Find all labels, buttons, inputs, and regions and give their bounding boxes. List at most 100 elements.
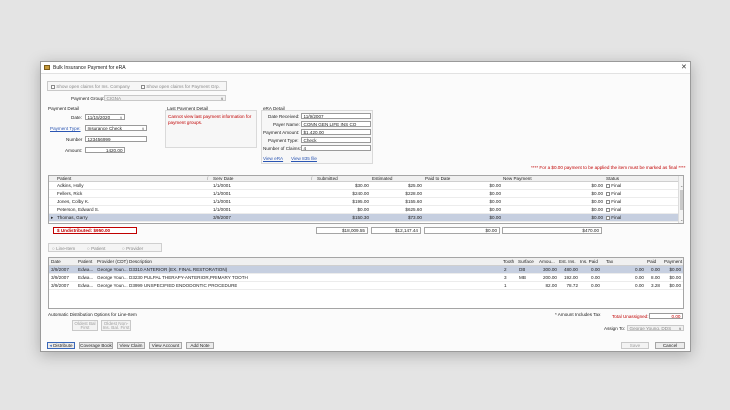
claim-new-payment[interactable]: $0.00	[503, 190, 604, 198]
payment-group-select[interactable]: CIGNA	[104, 95, 226, 101]
claim-status[interactable]: Final	[606, 182, 621, 190]
oldest-bal-first-button[interactable]: Oldest Bal First	[72, 320, 98, 331]
table-row[interactable]: Peterson, Edward S. 1/1/0001 $0.00 $625.…	[49, 206, 679, 214]
claim-serv-date: 1/1/0001	[213, 199, 231, 204]
claims-scrollbar[interactable]: ⌃ ⌄	[678, 176, 683, 223]
view-account-button[interactable]: View Account	[149, 342, 182, 349]
final-checkbox[interactable]	[606, 215, 610, 220]
col-provider[interactable]: Provider (CDT)	[97, 258, 128, 266]
table-row[interactable]: Jones, Colby K. 1/1/0001 $195.00 $155.60…	[49, 198, 679, 206]
col-amount[interactable]: Amou...	[539, 258, 555, 266]
final-checkbox[interactable]	[606, 199, 610, 204]
show-open-claims-group-option[interactable]: Show open claims for Payment Grp.	[141, 84, 220, 89]
number-field[interactable]: 123456999	[85, 136, 147, 142]
line-ins-paid: 0.00	[591, 283, 600, 288]
claim-new-payment[interactable]: $0.00	[503, 198, 604, 206]
col-line-patient[interactable]: Patient	[78, 258, 92, 266]
filter-patient-option[interactable]: ○ Patient	[87, 246, 105, 251]
scroll-thumb[interactable]	[680, 190, 683, 210]
line-payment[interactable]: $0.00	[661, 266, 682, 274]
claim-paid-to-date: $0.00	[489, 199, 502, 204]
col-payment[interactable]: Payment	[664, 258, 682, 266]
close-icon[interactable]: ✕	[681, 63, 687, 71]
number-value: 123456999	[87, 137, 111, 142]
line-description: D3230 PULPAL THERAPY-ANTERIOR,PRIMARY TO…	[129, 275, 248, 280]
line-amount: 82.00	[545, 283, 558, 288]
claim-new-payment[interactable]: $0.00	[503, 206, 604, 214]
line-surface: DB	[519, 267, 526, 272]
claim-patient: Peterson, Edward S.	[57, 207, 100, 212]
final-checkbox[interactable]	[606, 207, 610, 212]
line-tax: 0.00	[635, 267, 644, 272]
payer-name-label: Payer Name:	[273, 122, 300, 127]
payer-name-value: CONN GEN LIFE INS CO	[303, 122, 357, 127]
scroll-down-icon[interactable]: ⌄	[680, 217, 683, 222]
claims-grid: Patient / Serv Date / Submitted Estimate…	[48, 175, 684, 224]
line-patient: Edwa...	[78, 267, 94, 272]
save-button[interactable]: Save	[621, 342, 649, 349]
show-open-claims-company-label: Show open claims for Ins. Company	[56, 84, 130, 89]
claim-serv-date: 3/9/2007	[213, 215, 231, 220]
filter-line-item-option[interactable]: ○ Line-Item	[52, 246, 75, 251]
line-items-header: Date Patient Provider (CDT) Description …	[49, 258, 683, 266]
cancel-button[interactable]: Cancel	[655, 342, 685, 349]
line-date: 3/9/2007	[51, 275, 69, 280]
col-description[interactable]: Description	[129, 258, 152, 266]
show-open-claims-company-checkbox[interactable]	[51, 84, 55, 89]
claim-status[interactable]: Final	[606, 190, 621, 198]
line-payment[interactable]: $0.00	[661, 274, 682, 282]
payment-group-label: Payment Group:	[71, 96, 105, 101]
claim-serv-date: 1/1/0001	[213, 207, 231, 212]
view-835-file-link[interactable]: View 835 file	[291, 156, 317, 161]
table-row[interactable]: Adkins, Holly 1/1/0001 $30.00 $25.00 $0.…	[49, 182, 679, 190]
show-open-claims-group-checkbox[interactable]	[141, 84, 145, 89]
col-date[interactable]: Date	[51, 258, 61, 266]
table-row[interactable]: 3/9/2007 Edwa... George Youn... D3999 UN…	[49, 282, 683, 290]
amount-includes-tax-note: * Amount Includes Tax	[555, 312, 601, 317]
col-tooth[interactable]: Tooth	[503, 258, 514, 266]
claim-new-payment[interactable]: $0.00	[503, 214, 604, 222]
total-new-payment: $470.00	[502, 227, 602, 234]
claim-status[interactable]: Final	[606, 198, 621, 206]
claim-status-label: Final	[611, 183, 622, 188]
claim-paid-to-date: $0.00	[489, 183, 502, 188]
date-field[interactable]: 11/15/2020	[85, 114, 125, 120]
view-claim-button[interactable]: View Claim	[117, 342, 145, 349]
col-tax[interactable]: Tax	[606, 258, 613, 266]
payment-type-link[interactable]: Payment Type:	[50, 126, 81, 131]
last-payment-panel: Cannot view last payment information for…	[165, 110, 257, 148]
final-checkbox[interactable]	[606, 183, 610, 188]
col-ins-paid[interactable]: Ins. Paid	[580, 258, 598, 266]
show-open-claims-company-option[interactable]: Show open claims for Ins. Company	[51, 84, 130, 89]
oldest-non-ins-bal-first-button[interactable]: Oldest Non-Ins. Bal. First	[101, 320, 131, 331]
distribute-button[interactable]: ◂ Distribute	[47, 342, 75, 349]
table-row[interactable]: 3/9/2007 Edwa... George Youn... D3230 PU…	[49, 274, 683, 282]
undistributed-amount: $ Undistributed: $950.00	[57, 228, 111, 233]
table-row[interactable]: Fellers, Rick 1/1/0001 $240.00 $228.00 $…	[49, 190, 679, 198]
claim-status-label: Final	[611, 207, 622, 212]
line-est-ins: 480.00	[563, 267, 578, 272]
add-note-button[interactable]: Add Note	[186, 342, 214, 349]
claim-paid-to-date: $0.00	[489, 215, 502, 220]
claim-status[interactable]: Final	[606, 214, 621, 222]
amount-label: Amount:	[65, 148, 83, 153]
claim-patient: Adkins, Holly	[57, 183, 84, 188]
final-checkbox[interactable]	[606, 191, 610, 196]
col-surface[interactable]: Surface	[518, 258, 534, 266]
claim-estimated: $73.00	[407, 215, 422, 220]
col-est-ins[interactable]: Est. Ins.	[559, 258, 576, 266]
claim-new-payment[interactable]: $0.00	[503, 182, 604, 190]
assign-to-select[interactable]: George Young, DDS	[627, 325, 684, 331]
filter-provider-option[interactable]: ○ Provider	[122, 246, 143, 251]
amount-field[interactable]: 1420.00	[85, 147, 125, 153]
table-row[interactable]: 3/9/2007 Edwa... George Youn... D3310 AN…	[49, 266, 683, 274]
coverage-book-button[interactable]: Coverage Book	[79, 342, 113, 349]
col-paid[interactable]: Paid	[647, 258, 656, 266]
line-payment[interactable]: $0.00	[661, 282, 682, 290]
view-era-link[interactable]: View eRA	[263, 156, 283, 161]
line-provider: George Youn...	[97, 283, 128, 288]
claim-status[interactable]: Final	[606, 206, 621, 214]
table-row[interactable]: ▸ Thomas, Garry 3/9/2007 $150.30 $73.00 …	[49, 214, 679, 222]
show-open-claims-group-label: Show open claims for Payment Grp.	[146, 84, 220, 89]
payment-type-select[interactable]: Insurance Check	[85, 125, 147, 131]
